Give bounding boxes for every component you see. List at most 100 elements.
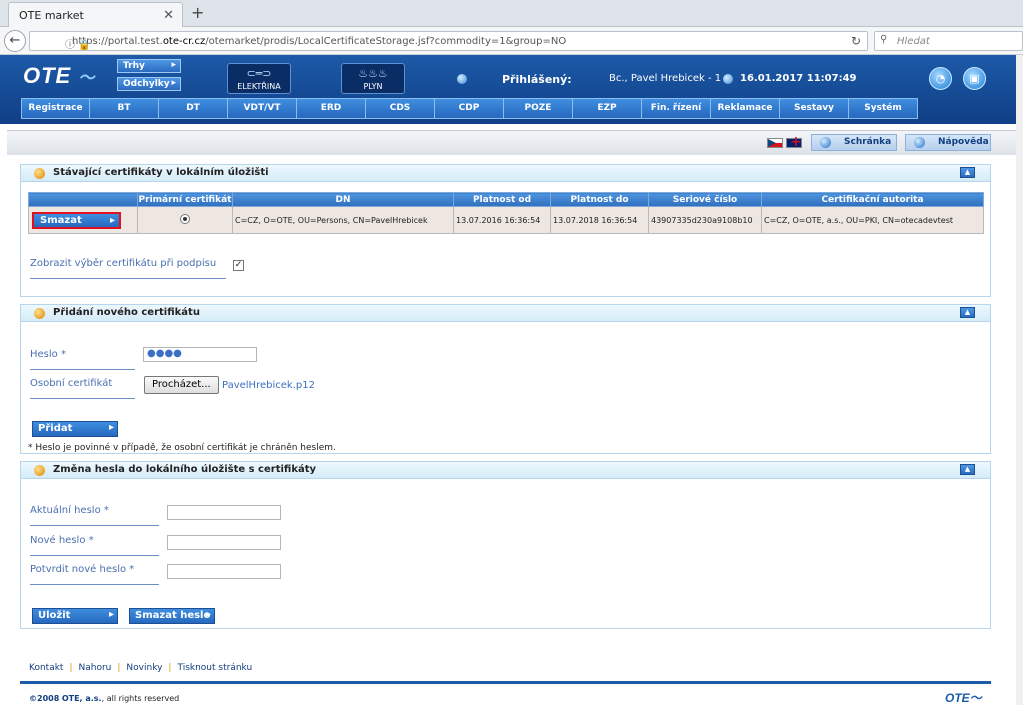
- browser-tab[interactable]: OTE market ✕: [8, 2, 183, 27]
- footer-link-novinky[interactable]: Novinky: [126, 663, 162, 673]
- show-selection-checkbox[interactable]: ✓: [233, 260, 244, 271]
- authority-cell: C=CZ, O=OTE, a.s., OU=PKI, CN=otecadevte…: [761, 206, 984, 234]
- browser-tabbar: OTE market ✕ +: [0, 0, 1023, 27]
- address-bar[interactable]: ⓘ 🔒 https://portal.test.ote-cr.cz/otemar…: [29, 31, 868, 51]
- menu-item-system[interactable]: Systém: [849, 98, 918, 119]
- collapse-icon[interactable]: ▲: [960, 167, 975, 178]
- action-cell: Smazat: [28, 206, 138, 234]
- user-name: Bc., Pavel Hrebicek - 1: [609, 73, 722, 84]
- footer-links: Kontakt | Nahoru | Novinky | Tisknout stránku: [29, 663, 252, 673]
- footer-separator: |: [168, 663, 172, 673]
- primary-certificate-radio[interactable]: [180, 214, 190, 224]
- schranka-button[interactable]: Schránka: [811, 134, 897, 151]
- menu-item-fin-rizeni[interactable]: Fin. řízení: [642, 98, 711, 119]
- menu-item-bt[interactable]: BT: [90, 98, 159, 119]
- valid-from-cell: 13.07.2016 16:36:54: [453, 206, 551, 234]
- menu-item-vdt-vt[interactable]: VDT/VT: [228, 98, 297, 119]
- copyright: ©2008 OTE, a.s., all rights reserved: [29, 694, 179, 703]
- new-tab-icon[interactable]: +: [191, 3, 204, 22]
- menu-item-cds[interactable]: CDS: [366, 98, 435, 119]
- trhy-button[interactable]: Trhy: [117, 59, 181, 73]
- schranka-label: Schránka: [844, 137, 892, 147]
- delete-certificate-button[interactable]: Smazat: [32, 211, 121, 229]
- logged-in-label: Přihlášený:: [502, 73, 572, 86]
- panel-orb-icon: [34, 168, 45, 179]
- column-header: Primární certifikát: [137, 192, 233, 207]
- footer-link-kontakt[interactable]: Kontakt: [29, 663, 63, 673]
- menu-item-reklamace[interactable]: Reklamace: [711, 98, 780, 119]
- menu-item-cdp[interactable]: CDP: [435, 98, 504, 119]
- column-header: Platnost od: [453, 192, 551, 207]
- column-header: [28, 192, 138, 207]
- panel-orb-icon: [34, 465, 45, 476]
- close-tab-icon[interactable]: ✕: [163, 8, 174, 23]
- add-button[interactable]: Přidat: [32, 421, 118, 437]
- table-header-row: Primární certifikát DN Platnost od Platn…: [28, 192, 984, 207]
- footer-logo-text: OTE: [945, 691, 970, 705]
- collapse-icon[interactable]: ▲: [960, 307, 975, 318]
- save-button[interactable]: Uložit: [32, 608, 118, 624]
- menu-item-dt[interactable]: DT: [159, 98, 228, 119]
- selected-file-name: PavelHrebicek.p12: [222, 380, 315, 391]
- plyn-button[interactable]: ♨♨♨ PLYN: [341, 63, 405, 94]
- menu-item-sestavy[interactable]: Sestavy: [780, 98, 849, 119]
- window-icon[interactable]: ▣: [963, 67, 986, 90]
- new-password-field[interactable]: [167, 535, 281, 550]
- ote-logo[interactable]: OTE 〜: [23, 63, 95, 89]
- chat-icon[interactable]: ◔: [929, 67, 952, 90]
- footer-separator: |: [69, 663, 73, 673]
- copyright-year: ©2008: [29, 694, 60, 703]
- existing-certificates-panel: Stávající certifikáty v lokálním úložišt…: [20, 164, 991, 297]
- wave-icon: 〜: [78, 70, 96, 87]
- valid-to-cell: 13.07.2018 16:36:54: [550, 206, 649, 234]
- inbox-icon: [820, 137, 831, 148]
- panel-header: Změna hesla do lokálního úložište s cert…: [21, 462, 990, 479]
- search-input[interactable]: ⚲ Hledat: [874, 31, 1023, 51]
- table-row: Smazat C=CZ, O=OTE, OU=Persons, CN=Pavel…: [28, 206, 984, 234]
- copyright-rest: , all rights reserved: [101, 694, 180, 703]
- menu-item-registrace[interactable]: Registrace: [21, 98, 90, 119]
- main-menu: Registrace BT DT VDT/VT ERD CDS CDP POZE…: [21, 98, 918, 119]
- back-arrow-icon[interactable]: ←: [4, 30, 26, 52]
- password-note: * Heslo je povinné v případě, že osobní …: [28, 443, 336, 453]
- search-placeholder: Hledat: [897, 36, 930, 47]
- footer-divider: [20, 681, 991, 684]
- column-header: Seriové číslo: [648, 192, 762, 207]
- current-datetime: 16.01.2017 11:07:49: [740, 73, 857, 84]
- menu-item-erd[interactable]: ERD: [297, 98, 366, 119]
- panel-header: Stávající certifikáty v lokálním úložišt…: [21, 165, 990, 182]
- footer-separator: |: [117, 663, 121, 673]
- password-field[interactable]: ●●●●: [143, 347, 257, 362]
- napoveda-label: Nápověda: [938, 137, 989, 147]
- show-selection-label: Zobrazit výběr certifikátu při podpisu: [30, 258, 226, 279]
- collapse-icon[interactable]: ▲: [960, 464, 975, 475]
- czech-flag-icon[interactable]: [767, 138, 783, 148]
- plug-icon: ⊂═⊃: [246, 67, 272, 80]
- footer-link-tisknout[interactable]: Tisknout stránku: [177, 663, 252, 673]
- menu-item-ezp[interactable]: EZP: [573, 98, 642, 119]
- footer-link-nahoru[interactable]: Nahoru: [79, 663, 112, 673]
- plyn-label: PLYN: [363, 82, 383, 91]
- serial-cell: 43907335d230a9108b10: [648, 206, 762, 234]
- napoveda-button[interactable]: Nápověda: [905, 134, 991, 151]
- english-flag-icon[interactable]: [786, 134, 802, 150]
- add-certificate-panel: Přidání nového certifikátu ▲ Heslo * ●●●…: [20, 304, 991, 454]
- help-icon: [914, 137, 925, 148]
- confirm-password-field[interactable]: [167, 564, 281, 579]
- browse-button[interactable]: Procházet...: [144, 376, 219, 394]
- copyright-org: OTE, a.s.: [61, 694, 102, 703]
- certificates-table: Primární certifikát DN Platnost od Platn…: [28, 192, 984, 234]
- url-path: /otemarket/prodis/LocalCertificateStorag…: [205, 36, 567, 47]
- menu-item-poze[interactable]: POZE: [504, 98, 573, 119]
- current-password-field[interactable]: [167, 505, 281, 520]
- scrollbar[interactable]: [1016, 55, 1023, 705]
- panel-title: Přidání nového certifikátu: [53, 307, 200, 318]
- panel-header: Přidání nového certifikátu ▲: [21, 305, 990, 322]
- wave-icon: 〜: [969, 691, 982, 705]
- elektrina-button[interactable]: ⊂═⊃ ELEKTŘINA: [227, 63, 291, 94]
- delete-password-button[interactable]: Smazat heslo: [129, 608, 215, 624]
- odchylky-button[interactable]: Odchylky: [117, 77, 181, 91]
- lock-icon: ⓘ 🔒: [65, 40, 91, 51]
- current-password-label: Aktuální heslo *: [30, 505, 159, 526]
- reload-icon[interactable]: ↻: [851, 34, 861, 48]
